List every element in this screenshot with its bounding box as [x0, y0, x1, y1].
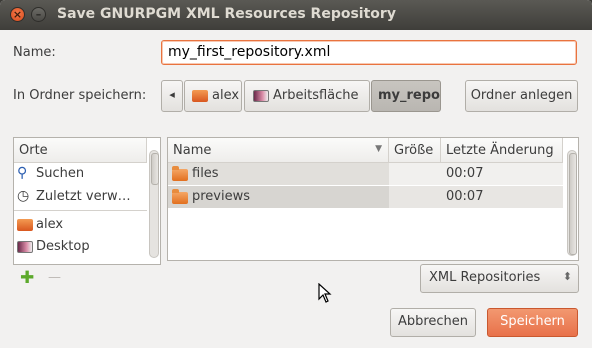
home-folder-icon: [192, 90, 208, 102]
folder-label: In Ordner speichern:: [13, 88, 147, 103]
create-folder-button[interactable]: Ordner anlegen: [465, 80, 578, 112]
file-list-scrollbar[interactable]: [567, 150, 577, 256]
close-icon: ×: [12, 8, 23, 21]
folder-icon: [172, 166, 188, 181]
path-label: my_repo: [378, 88, 440, 103]
places-item-recent[interactable]: ◷ Zuletzt verw…: [14, 186, 147, 208]
minimize-button[interactable]: –: [31, 7, 46, 22]
path-button-my-repo[interactable]: my_repo: [371, 80, 441, 112]
add-place-button[interactable]: ✚: [20, 268, 34, 288]
path-button-alex[interactable]: alex: [184, 80, 242, 112]
file-list-scroll-thumb[interactable]: [569, 153, 577, 255]
filename-input[interactable]: my_first_repository.xml: [161, 40, 577, 65]
column-header-name[interactable]: Name ▼: [168, 138, 389, 163]
desktop-icon: [17, 241, 33, 253]
places-item-alex[interactable]: alex: [14, 214, 147, 236]
cancel-button[interactable]: Abbrechen: [390, 308, 476, 337]
file-modified: 00:07: [446, 189, 484, 204]
save-button[interactable]: Speichern: [487, 308, 578, 337]
path-label: Arbeitsfläche: [273, 88, 359, 103]
home-folder-icon: [17, 219, 33, 231]
file-name: files: [192, 166, 219, 181]
path-label: alex: [212, 88, 240, 103]
remove-place-button[interactable]: —: [48, 270, 61, 285]
places-item-label: Suchen: [36, 166, 85, 181]
mouse-cursor-icon: [318, 283, 332, 303]
column-header-size[interactable]: Größe: [389, 138, 441, 163]
recent-icon: ◷: [17, 188, 30, 204]
places-header[interactable]: Orte: [14, 138, 147, 163]
spinner-arrows-icon: ⬍: [562, 270, 572, 283]
file-name: previews: [192, 189, 251, 204]
places-item-desktop[interactable]: Desktop: [14, 236, 147, 258]
places-pane: Orte ⚲ Suchen ◷ Zuletzt verw… alex Deskt…: [13, 137, 161, 265]
places-item-search[interactable]: ⚲ Suchen: [14, 163, 147, 185]
file-list-pane: Name ▼ Größe Letzte Änderung files 00:07…: [167, 137, 579, 261]
filter-selected-value: XML Repositories: [429, 270, 541, 285]
file-type-filter[interactable]: XML Repositories ⬍: [420, 264, 579, 293]
folder-icon: [172, 189, 188, 204]
path-button-arbeitsflaeche[interactable]: Arbeitsfläche: [244, 80, 370, 112]
path-back-button[interactable]: ◂: [161, 80, 183, 112]
table-row[interactable]: previews 00:07: [168, 186, 563, 208]
file-modified: 00:07: [446, 166, 484, 181]
sort-descending-icon: ▼: [375, 144, 382, 154]
table-row[interactable]: files 00:07: [168, 163, 563, 185]
window-title: Save GNURPGM XML Resources Repository: [57, 6, 396, 22]
save-dialog: × – Save GNURPGM XML Resources Repositor…: [0, 0, 592, 348]
places-scroll-thumb[interactable]: [151, 153, 159, 185]
name-label: Name:: [13, 45, 56, 60]
titlebar: × – Save GNURPGM XML Resources Repositor…: [0, 0, 592, 30]
places-divider: [14, 210, 147, 211]
column-name-label: Name: [173, 143, 212, 158]
places-scrollbar[interactable]: [149, 150, 159, 258]
minimize-icon: –: [35, 8, 42, 21]
search-icon: ⚲: [17, 165, 28, 181]
places-item-label: Zuletzt verw…: [36, 189, 131, 204]
close-button[interactable]: ×: [10, 7, 25, 22]
places-item-label: alex: [36, 217, 64, 232]
places-item-label: Desktop: [36, 239, 90, 254]
desktop-icon: [253, 90, 269, 102]
column-header-modified[interactable]: Letzte Änderung: [441, 138, 563, 163]
arrow-left-icon: ◂: [169, 88, 175, 101]
